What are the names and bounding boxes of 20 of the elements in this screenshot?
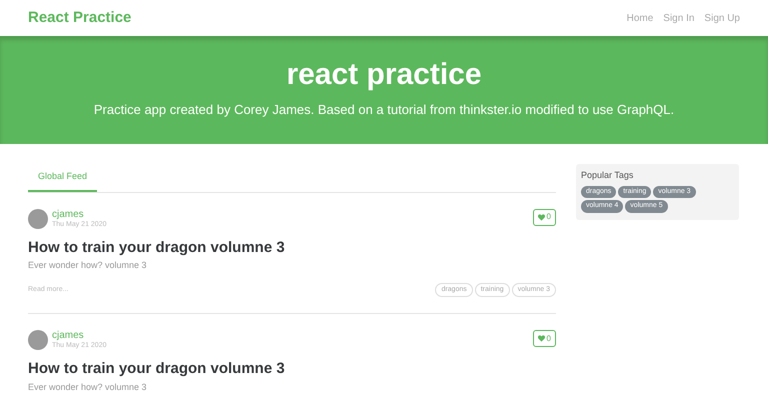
- heart-icon: [538, 214, 545, 220]
- article-title[interactable]: How to train your dragon volumne 3: [28, 238, 556, 258]
- nav-link[interactable]: Sign Up: [704, 10, 740, 26]
- feed-tab[interactable]: Global Feed: [28, 164, 98, 192]
- avatar: [28, 330, 48, 350]
- panel-title: Popular Tags: [581, 169, 634, 182]
- banner-title: react practice: [286, 60, 482, 90]
- article-title[interactable]: How to train your dragon volumne 3: [28, 360, 556, 379]
- author-link[interactable]: cjames: [52, 210, 106, 220]
- brand-link[interactable]: React Practice: [28, 6, 132, 30]
- avatar: [28, 208, 48, 228]
- nav-link[interactable]: Home: [626, 10, 654, 26]
- article-description: Ever wonder how? volumne 3: [28, 259, 148, 272]
- favorite-button[interactable]: 0: [532, 330, 556, 348]
- author-link[interactable]: cjames: [52, 331, 106, 342]
- heart-icon: [538, 335, 545, 342]
- nav-link[interactable]: Sign In: [663, 10, 694, 26]
- favorite-button[interactable]: 0: [532, 208, 556, 226]
- banner-subtitle: Practice app created by Corey James. Based on a tutorial from thinkster.io modified to use GraphQL.: [94, 101, 674, 120]
- article-description: Ever wonder how? volumne 3: [28, 381, 148, 394]
